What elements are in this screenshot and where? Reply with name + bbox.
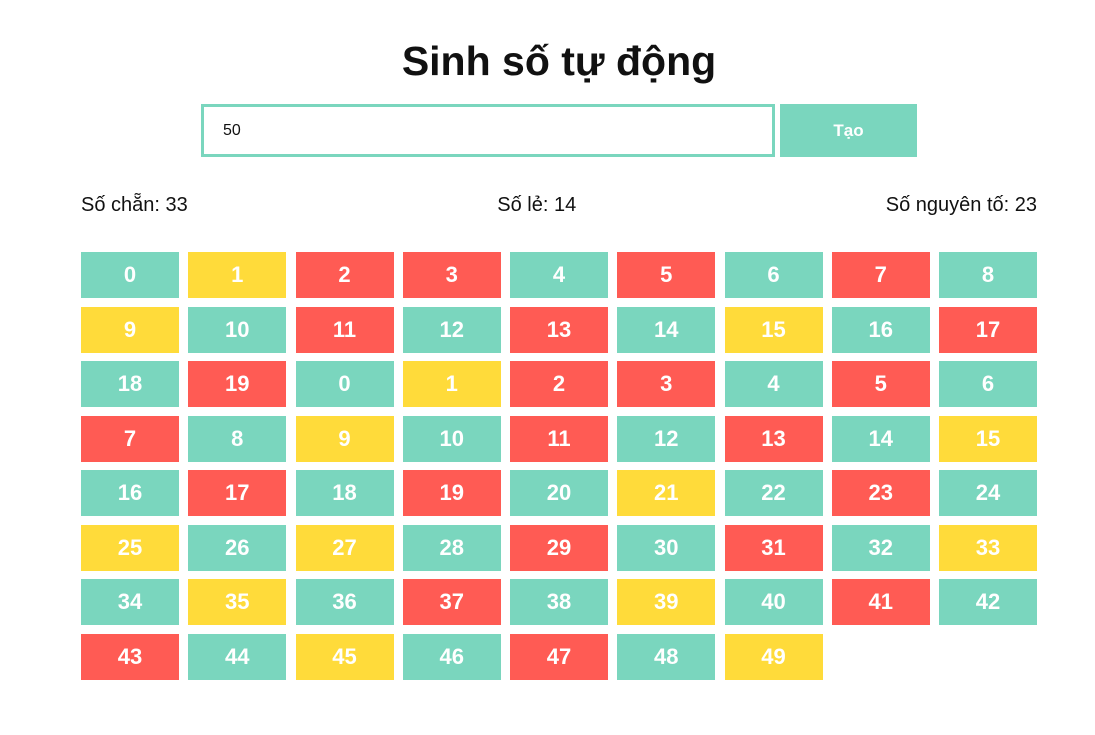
number-cell-even: 6 (724, 252, 823, 298)
number-cell-even: 12 (617, 415, 716, 462)
number-cell-odd: 45 (295, 633, 394, 680)
number-cell-prime: 47 (510, 633, 608, 680)
create-button[interactable]: Tạo (780, 104, 917, 157)
number-cell-even: 42 (939, 579, 1037, 625)
number-cell-even: 36 (295, 579, 394, 625)
number-cell-even: 34 (81, 579, 179, 625)
number-grid: 0 1 2 3 4 5 6 7 8 9 10 11 12 13 14 15 16 17 18 19 0 1 2 3 4 5 6 7 8 9… (81, 252, 1037, 680)
number-cell-prime: 37 (402, 579, 501, 625)
number-cell-even: 12 (402, 306, 501, 353)
number-cell-even: 18 (295, 470, 394, 516)
number-cell-even: 16 (831, 306, 930, 353)
number-cell-even: 20 (510, 470, 608, 516)
number-cell-prime: 41 (831, 579, 930, 625)
number-cell-even: 14 (617, 306, 716, 353)
number-cell-even: 18 (81, 361, 179, 407)
number-cell-prime: 17 (188, 470, 287, 516)
number-cell-prime: 7 (81, 415, 179, 462)
number-cell-even: 22 (724, 470, 823, 516)
number-cell-even: 32 (831, 524, 930, 571)
number-cell-prime: 19 (402, 470, 501, 516)
number-cell-prime: 3 (402, 252, 501, 298)
number-cell-odd: 1 (402, 361, 501, 407)
prime-count-label: Số nguyên tố: 23 (885, 194, 1037, 216)
number-cell-even: 48 (617, 633, 716, 680)
number-cell-prime: 23 (831, 470, 930, 516)
number-cell-even: 46 (402, 633, 501, 680)
number-cell-odd: 49 (724, 633, 823, 680)
number-cell-even: 28 (402, 524, 501, 571)
number-cell-odd: 27 (295, 524, 394, 571)
number-cell-even: 14 (831, 415, 930, 462)
number-cell-prime: 11 (510, 415, 608, 462)
number-cell-even: 40 (724, 579, 823, 625)
number-cell-even: 30 (617, 524, 716, 571)
number-cell-even: 24 (939, 470, 1037, 516)
number-cell-prime: 13 (510, 306, 608, 353)
number-cell-prime: 13 (724, 415, 823, 462)
number-cell-odd: 39 (617, 579, 716, 625)
number-cell-prime: 29 (510, 524, 608, 571)
number-cell-prime: 2 (510, 361, 608, 407)
number-cell-even: 8 (188, 415, 287, 462)
number-cell-even: 8 (939, 252, 1037, 298)
generate-form: Tạo (201, 104, 917, 157)
number-cell-even: 10 (188, 306, 287, 353)
number-cell-odd: 15 (724, 306, 823, 353)
number-cell-even: 0 (81, 252, 179, 298)
number-cell-prime: 3 (617, 361, 716, 407)
number-cell-even: 0 (295, 361, 394, 407)
number-cell-prime: 17 (939, 306, 1037, 353)
number-cell-even: 44 (188, 633, 287, 680)
stats-bar: Số chẵn: 33 Số lẻ: 14 Số nguyên tố: 23 (81, 192, 1037, 218)
number-cell-prime: 31 (724, 524, 823, 571)
number-cell-even: 26 (188, 524, 287, 571)
number-cell-prime: 7 (831, 252, 930, 298)
number-cell-odd: 9 (81, 306, 179, 353)
number-cell-even: 4 (510, 252, 608, 298)
number-cell-even: 10 (402, 415, 501, 462)
even-count-label: Số chẵn: 33 (81, 194, 188, 216)
number-cell-odd: 21 (617, 470, 716, 516)
number-cell-prime: 5 (831, 361, 930, 407)
odd-count-label: Số lẻ: 14 (497, 194, 577, 216)
number-cell-prime: 19 (188, 361, 287, 407)
page-title: Sinh số tự động (401, 38, 717, 84)
number-cell-even: 16 (81, 470, 179, 516)
number-cell-even: 6 (939, 361, 1037, 407)
number-cell-prime: 2 (295, 252, 394, 298)
number-cell-even: 38 (510, 579, 608, 625)
number-cell-even: 4 (724, 361, 823, 407)
number-cell-prime: 11 (295, 306, 394, 353)
number-cell-prime: 43 (81, 633, 179, 680)
number-cell-odd: 1 (188, 252, 287, 298)
number-cell-odd: 9 (295, 415, 394, 462)
count-input[interactable] (201, 104, 775, 157)
number-cell-odd: 33 (939, 524, 1037, 571)
number-cell-odd: 25 (81, 524, 179, 571)
number-cell-odd: 15 (939, 415, 1037, 462)
number-cell-prime: 5 (617, 252, 716, 298)
number-cell-odd: 35 (188, 579, 287, 625)
